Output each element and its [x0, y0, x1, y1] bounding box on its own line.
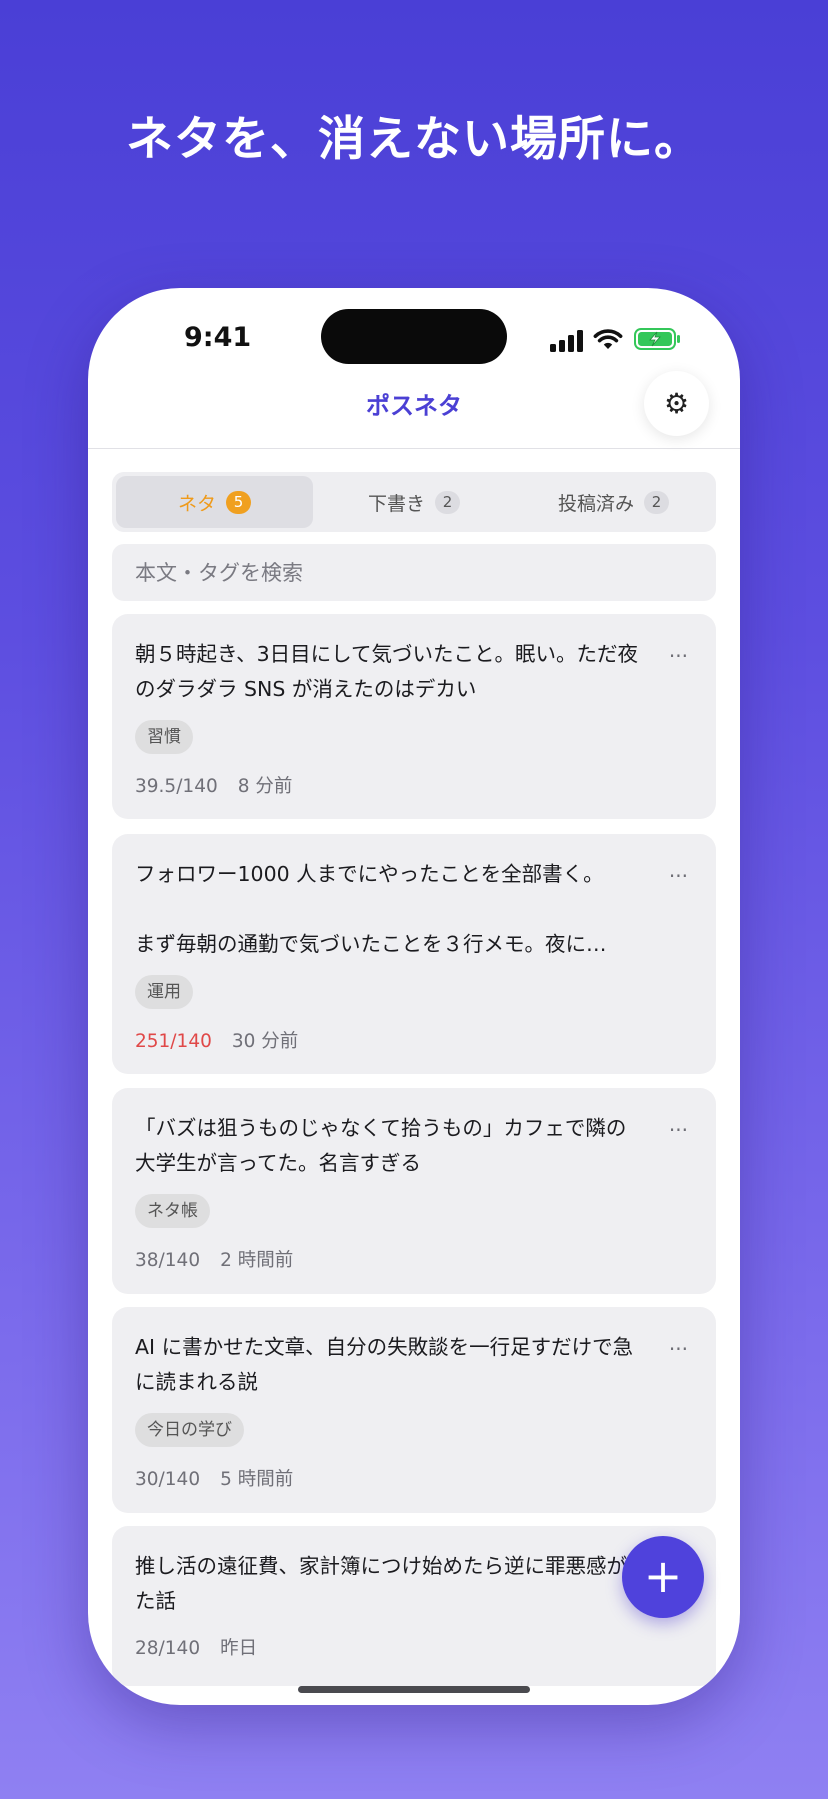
note-meta: 39.5/140 8 分前 [135, 772, 292, 798]
tab-label: ネタ [177, 492, 216, 515]
wifi-icon [593, 329, 623, 349]
gear-icon: ⚙ [663, 387, 690, 420]
headline: ネタを、消えない場所に。 [126, 112, 702, 167]
tag-chip: 運用 [135, 975, 193, 1009]
more-menu-icon[interactable]: ··· [669, 1118, 688, 1142]
note-text: AI に書かせた文章、自分の失敗談を一行足すだけで急に読まれる説 [135, 1335, 634, 1394]
more-menu-icon[interactable]: ··· [669, 1337, 688, 1361]
char-count: 38/140 [135, 1250, 201, 1271]
tag-chip: 今日の学び [135, 1413, 244, 1447]
timestamp: 5 時間前 [220, 1469, 294, 1490]
note-text: 「バズは狙うものじゃなくて拾うもの」カフェで隣の大学生が言ってた。名言すぎる [135, 1116, 627, 1175]
char-count: 30/140 [135, 1469, 201, 1490]
tab-label: 下書き [367, 492, 425, 515]
tab-drafts[interactable]: 下書き 2 [316, 476, 512, 528]
note-text: フォロワー1000 人までにやったことを全部書く。 まず毎朝の通勤で気づいたこと… [135, 862, 607, 956]
tab-count-badge: 5 [226, 490, 251, 514]
note-meta: 30/140 5 時間前 [135, 1465, 293, 1491]
status-time: 9:41 [184, 322, 252, 353]
tab-count-badge: 2 [644, 490, 669, 514]
char-count: 28/140 [135, 1638, 201, 1659]
char-count: 39.5/140 [135, 776, 218, 797]
cellular-signal-icon [550, 330, 584, 352]
more-menu-icon[interactable]: ··· [669, 864, 688, 888]
settings-button[interactable]: ⚙ [644, 371, 709, 436]
navigation-bar: ポスネタ ⚙ [88, 364, 740, 449]
search-field [112, 544, 716, 601]
note-meta: 28/140 昨日 [135, 1634, 257, 1660]
note-card[interactable]: フォロワー1000 人までにやったことを全部書く。 まず毎朝の通勤で気づいたこと… [112, 834, 716, 1074]
tab-neta[interactable]: ネタ 5 [116, 476, 313, 528]
phone-frame: 9:41 ポスネタ ⚙ ネタ 5 下書き 2 投稿済み 2 本文・タグを検索 朝… [88, 288, 740, 1705]
note-meta: 251/140 30 分前 [135, 1027, 298, 1053]
timestamp: 2 時間前 [220, 1250, 294, 1271]
app-title: ポスネタ [366, 392, 462, 420]
battery-charging-icon [634, 328, 680, 350]
search-input[interactable] [112, 544, 695, 601]
tab-count-badge: 2 [435, 490, 460, 514]
dynamic-island [321, 309, 507, 364]
note-card[interactable]: 推し活の遠征費、家計簿につけ始めたら逆に罪悪感が消えた話 28/140 昨日 [112, 1526, 716, 1686]
note-card[interactable]: AI に書かせた文章、自分の失敗談を一行足すだけで急に読まれる説 ··· 今日の… [112, 1307, 716, 1513]
tab-label: 投稿済み [557, 492, 634, 515]
tab-posted[interactable]: 投稿済み 2 [515, 476, 712, 528]
char-count: 251/140 [135, 1031, 212, 1052]
note-card[interactable]: 「バズは狙うものじゃなくて拾うもの」カフェで隣の大学生が言ってた。名言すぎる ·… [112, 1088, 716, 1294]
timestamp: 30 分前 [231, 1031, 299, 1052]
home-indicator[interactable] [298, 1686, 530, 1693]
tag-chip: 習慣 [135, 720, 193, 754]
tab-segmented-control: ネタ 5 下書き 2 投稿済み 2 [112, 472, 716, 532]
tag-chip: ネタ帳 [135, 1194, 210, 1228]
note-card[interactable]: 朝５時起き、3日目にして気づいたこと。眠い。ただ夜のダラダラ SNS が消えたの… [112, 614, 716, 819]
note-text: 朝５時起き、3日目にして気づいたこと。眠い。ただ夜のダラダラ SNS が消えたの… [135, 642, 638, 701]
plus-icon: + [643, 1549, 683, 1603]
add-note-button[interactable]: + [622, 1536, 704, 1618]
timestamp: 昨日 [220, 1638, 258, 1659]
note-text: 推し活の遠征費、家計簿につけ始めたら逆に罪悪感が消えた話 [135, 1554, 668, 1613]
note-meta: 38/140 2 時間前 [135, 1246, 293, 1272]
more-menu-icon[interactable]: ··· [669, 644, 688, 668]
timestamp: 8 分前 [237, 776, 293, 797]
